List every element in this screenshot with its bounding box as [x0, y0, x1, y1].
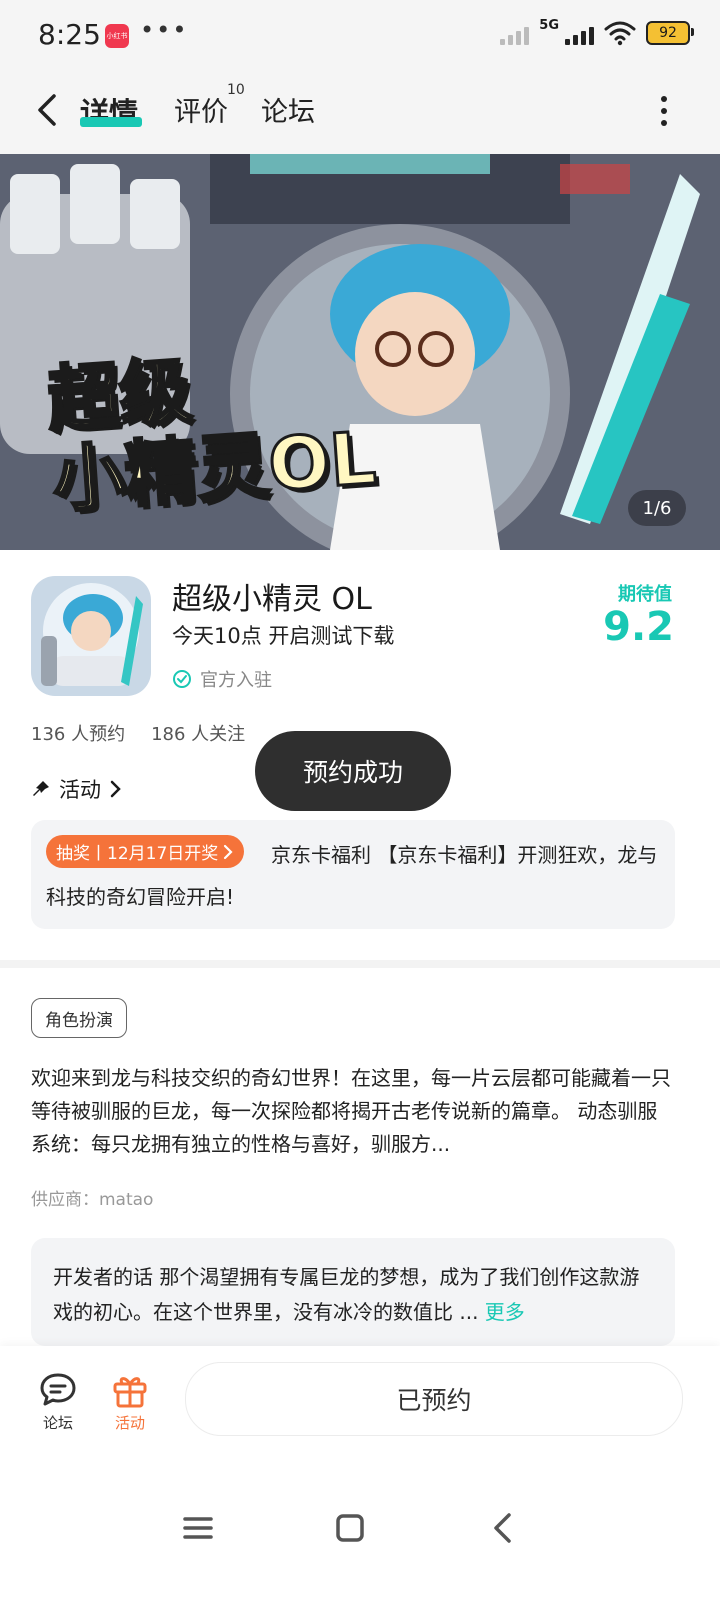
- wifi-icon: [604, 21, 636, 45]
- system-nav-bar: [0, 1456, 720, 1601]
- section-divider: [0, 960, 720, 968]
- developer-note: 开发者的话 那个渴望拥有专属巨龙的梦想，成为了我们创作这款游戏的初心。在这个世界…: [53, 1260, 653, 1330]
- more-notifications-icon: •••: [140, 16, 189, 44]
- lottery-tag[interactable]: 抽奖丨12月17日开奖: [46, 835, 245, 868]
- battery-icon: 92: [646, 20, 694, 45]
- app-stats: 136 人预约 186 人关注: [31, 720, 245, 746]
- activity-card[interactable]: 京东卡福利 【京东卡福利】开测狂欢，龙与科技的奇幻冒险开启! 抽奖丨12月17日…: [31, 820, 675, 929]
- reservation-count: 136 人预约: [31, 724, 126, 745]
- bottom-action-bar: 论坛 活动 已预约: [0, 1346, 720, 1456]
- pin-icon: [33, 781, 49, 796]
- xiaohongshu-notification-icon: 小红书: [105, 24, 129, 48]
- official-badge: 官方入驻: [172, 666, 272, 692]
- reviews-count-badge: 10: [227, 82, 245, 98]
- supplier-info: 供应商：matao: [31, 1190, 154, 1210]
- genre-tag[interactable]: 角色扮演: [31, 998, 127, 1038]
- carousel-pager: 1/6: [628, 490, 686, 526]
- status-time: 8:25: [38, 18, 101, 51]
- network-type: 5G: [539, 18, 559, 33]
- app-subtitle: 今天10点 开启测试下载: [172, 624, 395, 648]
- activity-button[interactable]: 活动: [100, 1370, 160, 1433]
- chevron-right-icon: [110, 780, 121, 798]
- app-icon: [31, 576, 151, 696]
- back-arrow-icon[interactable]: [30, 90, 70, 130]
- home-icon[interactable]: [330, 1508, 370, 1548]
- activity-tab-label: 活动: [114, 1414, 145, 1432]
- banner-game-title: 超级 小精灵OL: [43, 338, 380, 524]
- developer-note-card[interactable]: 开发者的话 那个渴望拥有专属巨龙的梦想，成为了我们创作这款游戏的初心。在这个世界…: [31, 1238, 675, 1346]
- top-nav: 详情 评价 论坛: [0, 72, 720, 154]
- more-link[interactable]: 更多: [485, 1300, 525, 1324]
- gift-icon: [113, 1377, 147, 1408]
- lottery-tag-label: 抽奖丨12月17日开奖: [56, 844, 219, 864]
- follower-count: 186 人关注: [151, 724, 246, 745]
- signal-sim1-icon: [500, 21, 530, 45]
- developer-note-text: 开发者的话 那个渴望拥有专属巨龙的梦想，成为了我们创作这款游戏的初心。在这个世界…: [53, 1265, 640, 1324]
- reservation-success-toast: 预约成功: [255, 731, 451, 811]
- activity-section-link[interactable]: 活动: [31, 774, 123, 804]
- game-description[interactable]: 欢迎来到龙与科技交织的奇幻世界！在这里，每一片云层都可能藏着一只等待被驯服的巨龙…: [31, 1062, 671, 1161]
- status-icons: 5G 92: [500, 18, 694, 47]
- app-name: 超级小精灵 OL: [172, 582, 372, 617]
- reserved-button[interactable]: 已预约: [185, 1362, 683, 1436]
- signal-sim2-icon: [565, 21, 594, 45]
- official-label: 官方入驻: [200, 670, 272, 691]
- verified-check-icon: [173, 670, 191, 688]
- expectation-label: 期待值: [618, 584, 672, 605]
- forum-button[interactable]: 论坛: [28, 1370, 88, 1433]
- nav-back-icon[interactable]: [484, 1508, 524, 1548]
- activity-label: 活动: [59, 778, 101, 802]
- status-bar: 8:25 小红书 ••• 5G 92: [0, 0, 720, 72]
- chevron-right-icon: [224, 844, 233, 859]
- screenshot-carousel[interactable]: 超级 小精灵OL 1/6: [0, 154, 720, 550]
- active-tab-indicator: [80, 117, 142, 127]
- menu-icon[interactable]: [178, 1508, 218, 1548]
- forum-label: 论坛: [42, 1414, 73, 1432]
- more-menu-icon[interactable]: [660, 96, 668, 126]
- chat-bubble-icon: [40, 1373, 76, 1406]
- expectation-score: 9.2: [603, 604, 674, 650]
- tab-forum[interactable]: 论坛: [261, 90, 315, 129]
- tab-reviews[interactable]: 评价: [174, 90, 228, 129]
